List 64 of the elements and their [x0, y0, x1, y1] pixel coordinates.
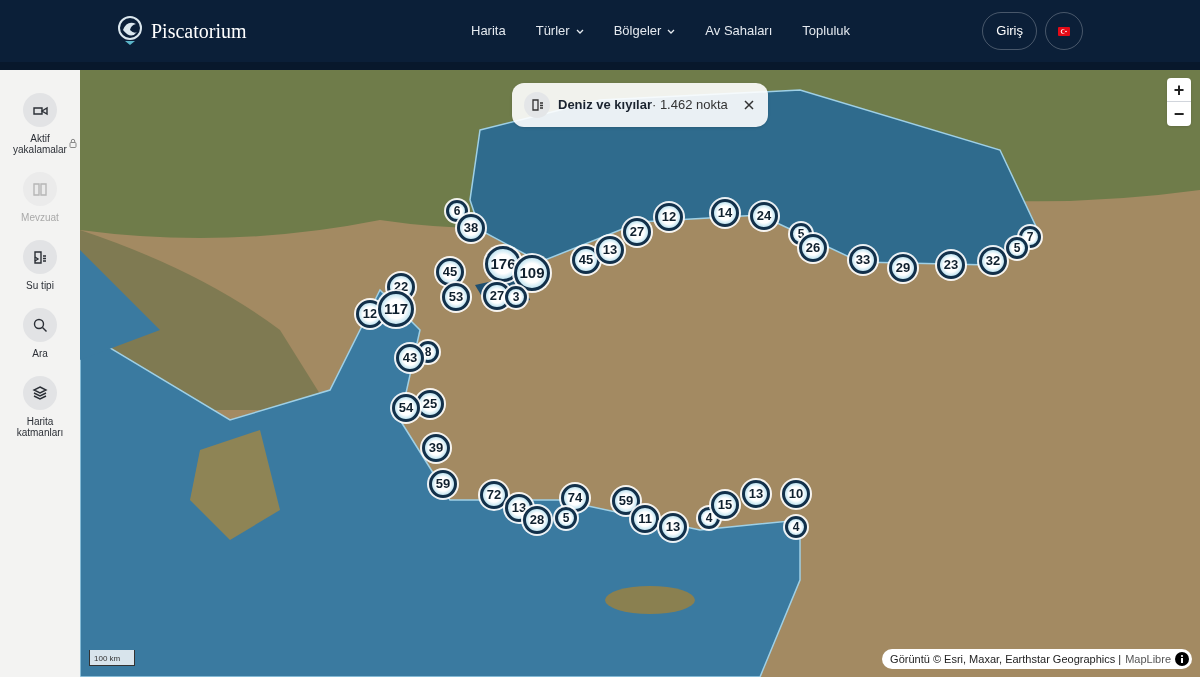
- sidebar-item[interactable]: Ara: [2, 308, 78, 359]
- filter-chip[interactable]: Deniz ve kıyılar· 1.462 nokta: [512, 83, 768, 127]
- cluster-marker[interactable]: 13: [659, 513, 687, 541]
- cluster-marker[interactable]: 27: [623, 218, 651, 246]
- nav-link[interactable]: Av Sahaları: [705, 21, 773, 41]
- scale-bar: 100 km: [89, 650, 135, 666]
- cluster-marker[interactable]: 27: [483, 282, 511, 310]
- cluster-marker[interactable]: 109: [514, 255, 550, 291]
- maplibre-link[interactable]: MapLibre: [1125, 650, 1171, 668]
- nav-link[interactable]: Harita: [471, 21, 506, 41]
- chevron-down-icon: [575, 28, 584, 34]
- cluster-marker[interactable]: 13: [742, 480, 770, 508]
- cluster-marker[interactable]: 39: [422, 434, 450, 462]
- chevron-down-icon: [667, 28, 676, 34]
- cluster-marker[interactable]: 23: [937, 251, 965, 279]
- layers-icon: [32, 385, 48, 401]
- cluster-marker[interactable]: 29: [889, 254, 917, 282]
- cluster-marker[interactable]: 15: [711, 491, 739, 519]
- point-count: · 1.462 nokta: [651, 96, 728, 115]
- cluster-marker[interactable]: 3: [505, 286, 527, 308]
- cluster-marker[interactable]: 25: [416, 390, 444, 418]
- info-icon[interactable]: [1175, 652, 1189, 666]
- flag-icon: [1058, 26, 1070, 36]
- cluster-marker[interactable]: 53: [442, 283, 470, 311]
- cluster-marker[interactable]: 24: [750, 202, 778, 230]
- sidebar-item[interactable]: Su tipi: [2, 240, 78, 291]
- cluster-marker[interactable]: 59: [429, 470, 457, 498]
- cluster-marker[interactable]: 45: [572, 246, 600, 274]
- zoom-in-button[interactable]: +: [1167, 78, 1191, 102]
- sidebar-item[interactable]: Harita katmanları: [2, 376, 78, 438]
- brand-name[interactable]: Piscatorium: [151, 16, 247, 46]
- search-icon: [32, 317, 48, 333]
- cluster-marker[interactable]: 72: [480, 481, 508, 509]
- document-list-icon: [32, 249, 48, 265]
- attribution-text: Görüntü © Esri, Maxar, Earthstar Geographics |: [890, 651, 1122, 667]
- cluster-marker[interactable]: 54: [392, 394, 420, 422]
- cluster-marker[interactable]: 10: [782, 480, 810, 508]
- book-icon: [32, 181, 48, 197]
- cluster-marker[interactable]: 45: [436, 258, 464, 286]
- cluster-marker[interactable]: 43: [396, 344, 424, 372]
- cluster-marker[interactable]: 33: [849, 246, 877, 274]
- cluster-marker[interactable]: 4: [785, 516, 807, 538]
- cluster-marker[interactable]: 13: [596, 236, 624, 264]
- cluster-marker[interactable]: 59: [612, 487, 640, 515]
- cluster-marker[interactable]: 74: [561, 484, 589, 512]
- sidebar-item[interactable]: Aktif yakalamalar: [2, 93, 78, 155]
- filter-title: Deniz ve kıyılar: [558, 96, 652, 115]
- cluster-marker[interactable]: 14: [711, 199, 739, 227]
- nav-link[interactable]: Topluluk: [802, 21, 850, 41]
- cluster-marker[interactable]: 5: [555, 507, 577, 529]
- nav-link[interactable]: Türler: [535, 21, 584, 41]
- close-icon[interactable]: [743, 100, 754, 110]
- water-type-icon: [524, 92, 550, 118]
- logo-icon[interactable]: [117, 16, 143, 46]
- nav-link[interactable]: Bölgeler: [613, 21, 676, 41]
- zoom-out-button[interactable]: −: [1167, 102, 1191, 126]
- cluster-marker[interactable]: 6: [446, 200, 468, 222]
- lock-icon: [69, 138, 77, 148]
- cluster-marker[interactable]: 38: [457, 214, 485, 242]
- cluster-marker[interactable]: 11: [631, 505, 659, 533]
- cluster-marker[interactable]: 5: [1006, 237, 1028, 259]
- cluster-marker[interactable]: 117: [378, 291, 414, 327]
- cluster-marker[interactable]: 32: [979, 247, 1007, 275]
- cluster-marker[interactable]: 12: [655, 203, 683, 231]
